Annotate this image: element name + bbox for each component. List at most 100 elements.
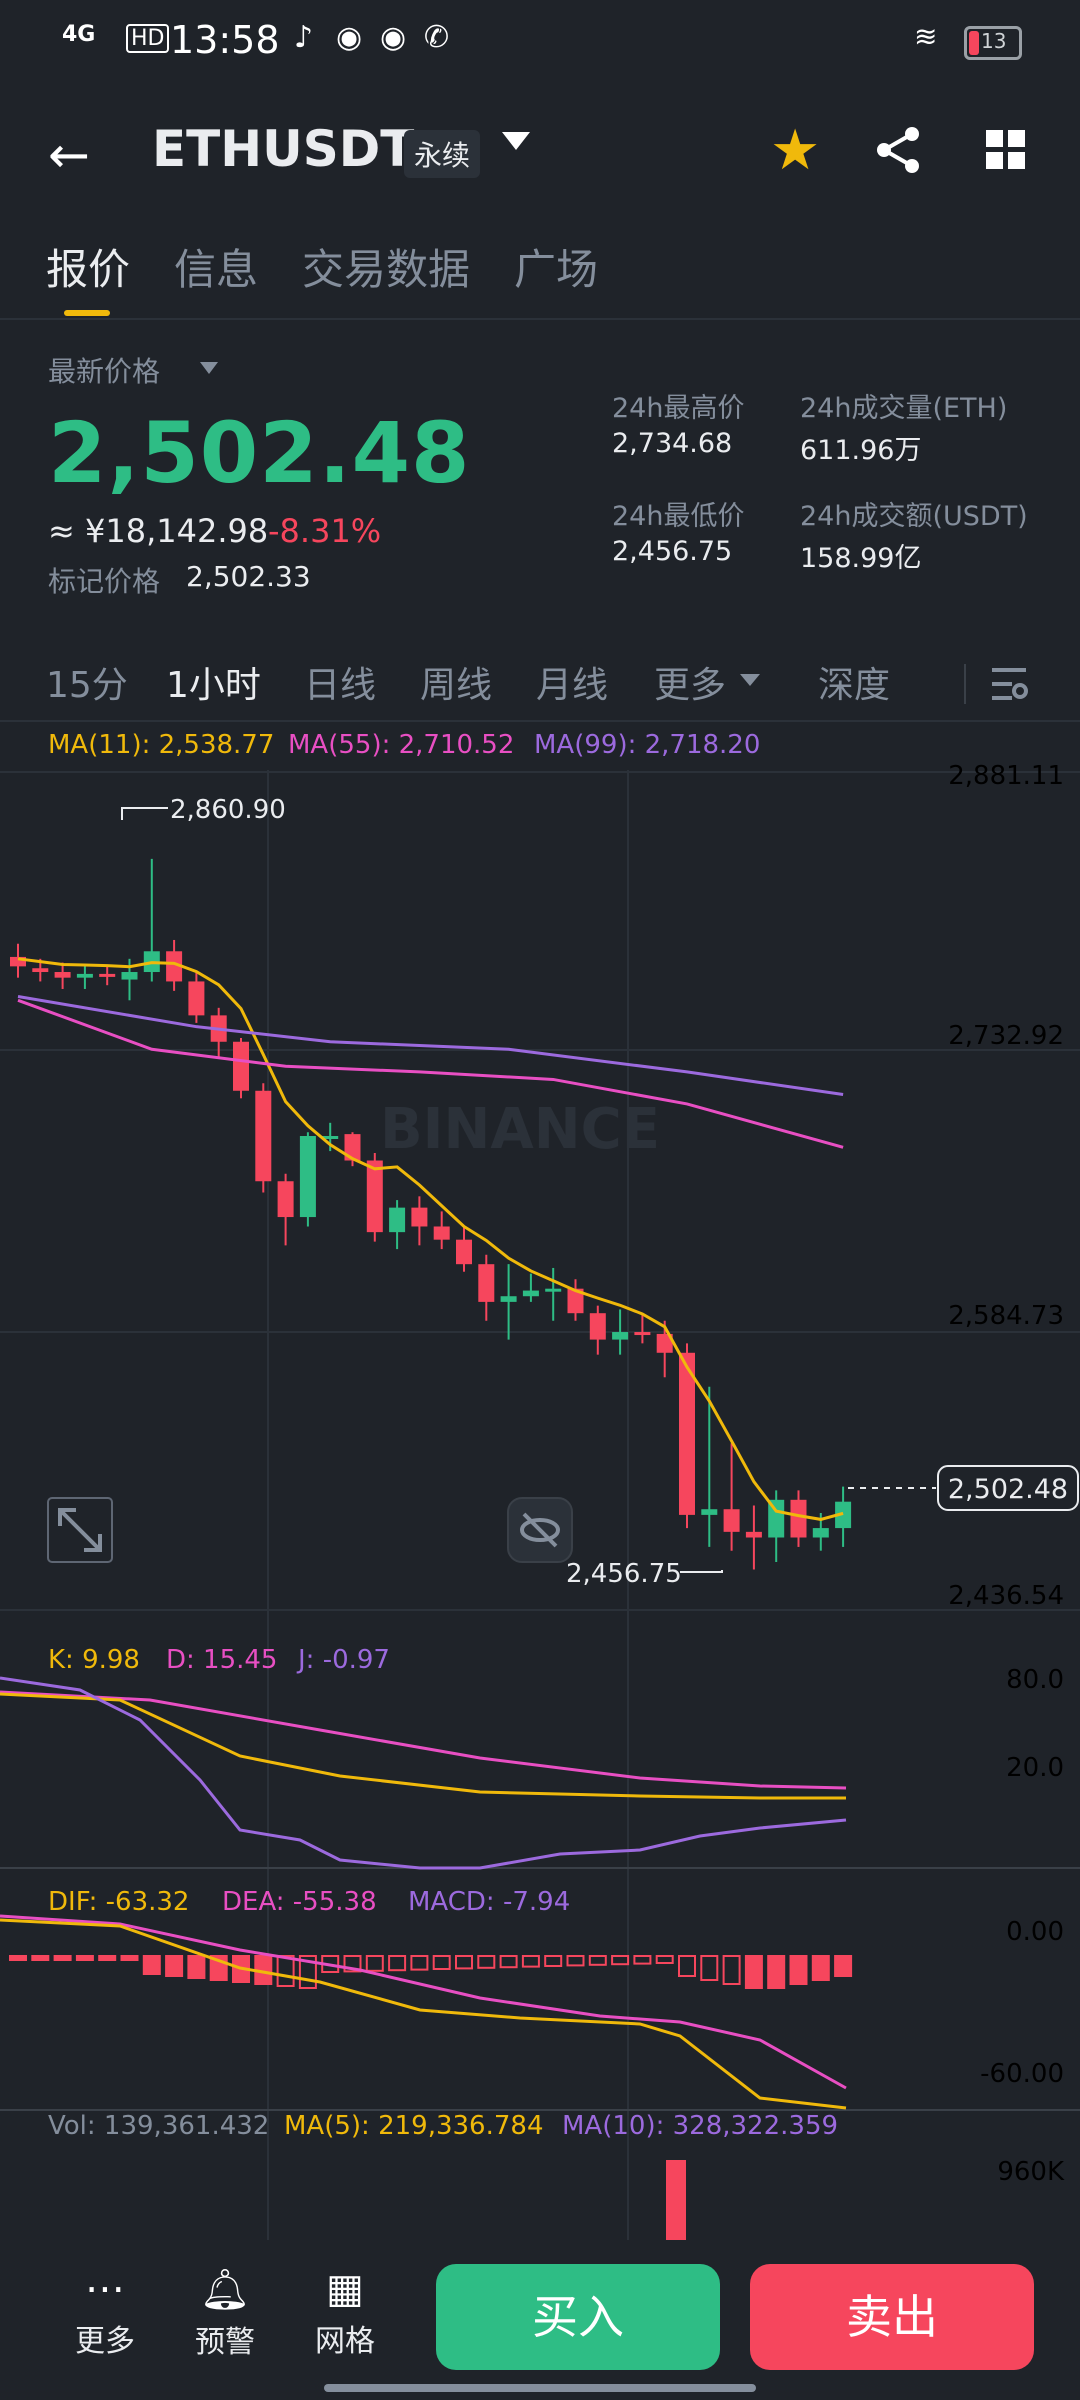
macd-bar [477,1955,496,1969]
candle-body [612,1332,629,1340]
latest-price-label[interactable]: 最新价格 [48,350,160,390]
tab-square[interactable]: 广场 [514,236,598,297]
active-tab-indicator [64,310,110,316]
tab-trading-data[interactable]: 交易数据 [302,236,470,297]
bell-icon: 🔔︎ [199,2267,251,2313]
chart-settings-icon[interactable] [990,664,1028,704]
interval-bar: 15分 1小时 日线 周线 月线 更多 深度 [0,650,1080,722]
macd-bar [655,1955,674,1964]
hide-eye-icon[interactable] [507,1497,573,1563]
macd-bar [31,1955,50,1961]
candle-body [456,1239,472,1265]
favorite-star-icon[interactable]: ★ [770,118,820,183]
low-marker-label: 2,456.75 [566,1559,682,1589]
high-label: 24h最高价 [612,393,745,424]
candle-body [233,1041,249,1091]
macd-bar [388,1955,407,1972]
candle-body [500,1296,517,1302]
divider [964,664,966,704]
tab-quote[interactable]: 报价 [46,236,130,297]
macd-bar [432,1955,451,1970]
candle-body [723,1509,740,1532]
low-value: 2,456.75 [612,536,733,567]
back-arrow-icon[interactable]: ← [48,126,90,184]
macd-bar [499,1955,518,1969]
macd-bar [834,1955,853,1977]
macd-bar [767,1955,786,1989]
grid-bot-button[interactable]: ▦ 网格 [310,2266,380,2360]
turnover-value: 158.99亿 [800,543,922,574]
status-time: 13:58 [170,18,280,62]
interval-15m[interactable]: 15分 [46,656,128,708]
pair-title[interactable]: ETHUSDT [152,120,414,178]
sell-button[interactable]: 卖出 [750,2264,1034,2370]
expand-icon[interactable] [47,1497,113,1563]
interval-more[interactable]: 更多 [654,656,726,708]
app-icon: ◉ [336,20,363,55]
volume-bar [666,2160,686,2240]
chevron-down-icon[interactable] [200,362,218,374]
macd-bar [544,1955,563,1967]
app-icon: ◉ [380,20,407,55]
macd-bar [633,1955,652,1965]
tab-info[interactable]: 信息 [174,236,258,297]
vol-ma10-label: MA(10): 328,322.359 [562,2111,838,2141]
y-tick-label: 2,732.92 [948,1021,1064,1051]
candle-body [589,1313,606,1340]
candle-body [634,1332,651,1336]
candle-body [745,1531,762,1538]
candle-body [121,972,138,980]
price-chart[interactable]: BINANCE 2,881.11 2,732.92 2,584.73 2,436… [0,720,1080,2240]
status-bar: 4G HD 13:58 ♪ ◉ ◉ ✆ ≋ 13 [0,0,1080,84]
volume-value: 611.96万 [800,435,922,466]
macd-bar [789,1955,808,1985]
macd-dea-label: DEA: -55.38 [222,1887,377,1917]
macd-bar [165,1955,184,1977]
grid-menu-icon[interactable] [986,130,1026,170]
y-tick-label: 2,436.54 [948,1581,1064,1611]
kdj-tick: 80.0 [1006,1665,1064,1695]
macd-bar [365,1955,384,1972]
macd-bar [187,1955,206,1979]
macd-tick: 0.00 [1006,1917,1064,1947]
main-tabs: 报价 信息 交易数据 广场 [0,228,1080,320]
ma11-line [17,957,844,1521]
kdj-d-label: D: 15.45 [166,1645,277,1675]
home-indicator[interactable] [324,2384,756,2392]
buy-button[interactable]: 买入 [436,2264,720,2370]
candle-body [255,1090,272,1182]
interval-1d[interactable]: 日线 [304,656,376,708]
macd-bar [276,1955,295,1987]
interval-1h[interactable]: 1小时 [166,656,261,708]
share-icon[interactable] [874,126,922,174]
macd-bar [120,1955,139,1961]
depth-tab[interactable]: 深度 [818,656,890,708]
macd-bar [142,1955,161,1975]
macd-bar [566,1955,585,1967]
macd-dif-label: DIF: -63.32 [48,1887,189,1917]
turnover-label: 24h成交额(USDT) [800,501,1028,532]
contract-tag: 永续 [404,130,481,178]
macd-histogram [9,1955,853,1989]
candle-body [478,1264,495,1302]
candle-body [545,1288,562,1292]
high-value: 2,734.68 [612,428,733,459]
candle-body [277,1181,294,1218]
candle-body [32,968,49,973]
macd-tick: -60.00 [980,2059,1064,2089]
alert-button[interactable]: 🔔︎ 预警 [190,2266,260,2361]
macd-dif-line [0,1918,847,2110]
bottom-action-bar: ⋯ 更多 🔔︎ 预警 ▦ 网格 买入 卖出 [0,2240,1080,2400]
candle-body [366,1160,383,1233]
kdj-tick: 20.0 [1006,1753,1064,1783]
chevron-down-icon[interactable] [740,674,760,686]
pair-dropdown-icon[interactable] [502,132,530,150]
candle-body [76,973,93,978]
macd-bar [722,1955,741,1985]
mark-price-value: 2,502.33 [186,560,311,593]
vol-tick: 960K [997,2157,1065,2187]
macd-bar [521,1955,540,1968]
more-button[interactable]: ⋯ 更多 [70,2266,140,2360]
interval-1mo[interactable]: 月线 [536,656,608,708]
interval-1w[interactable]: 周线 [420,656,492,708]
